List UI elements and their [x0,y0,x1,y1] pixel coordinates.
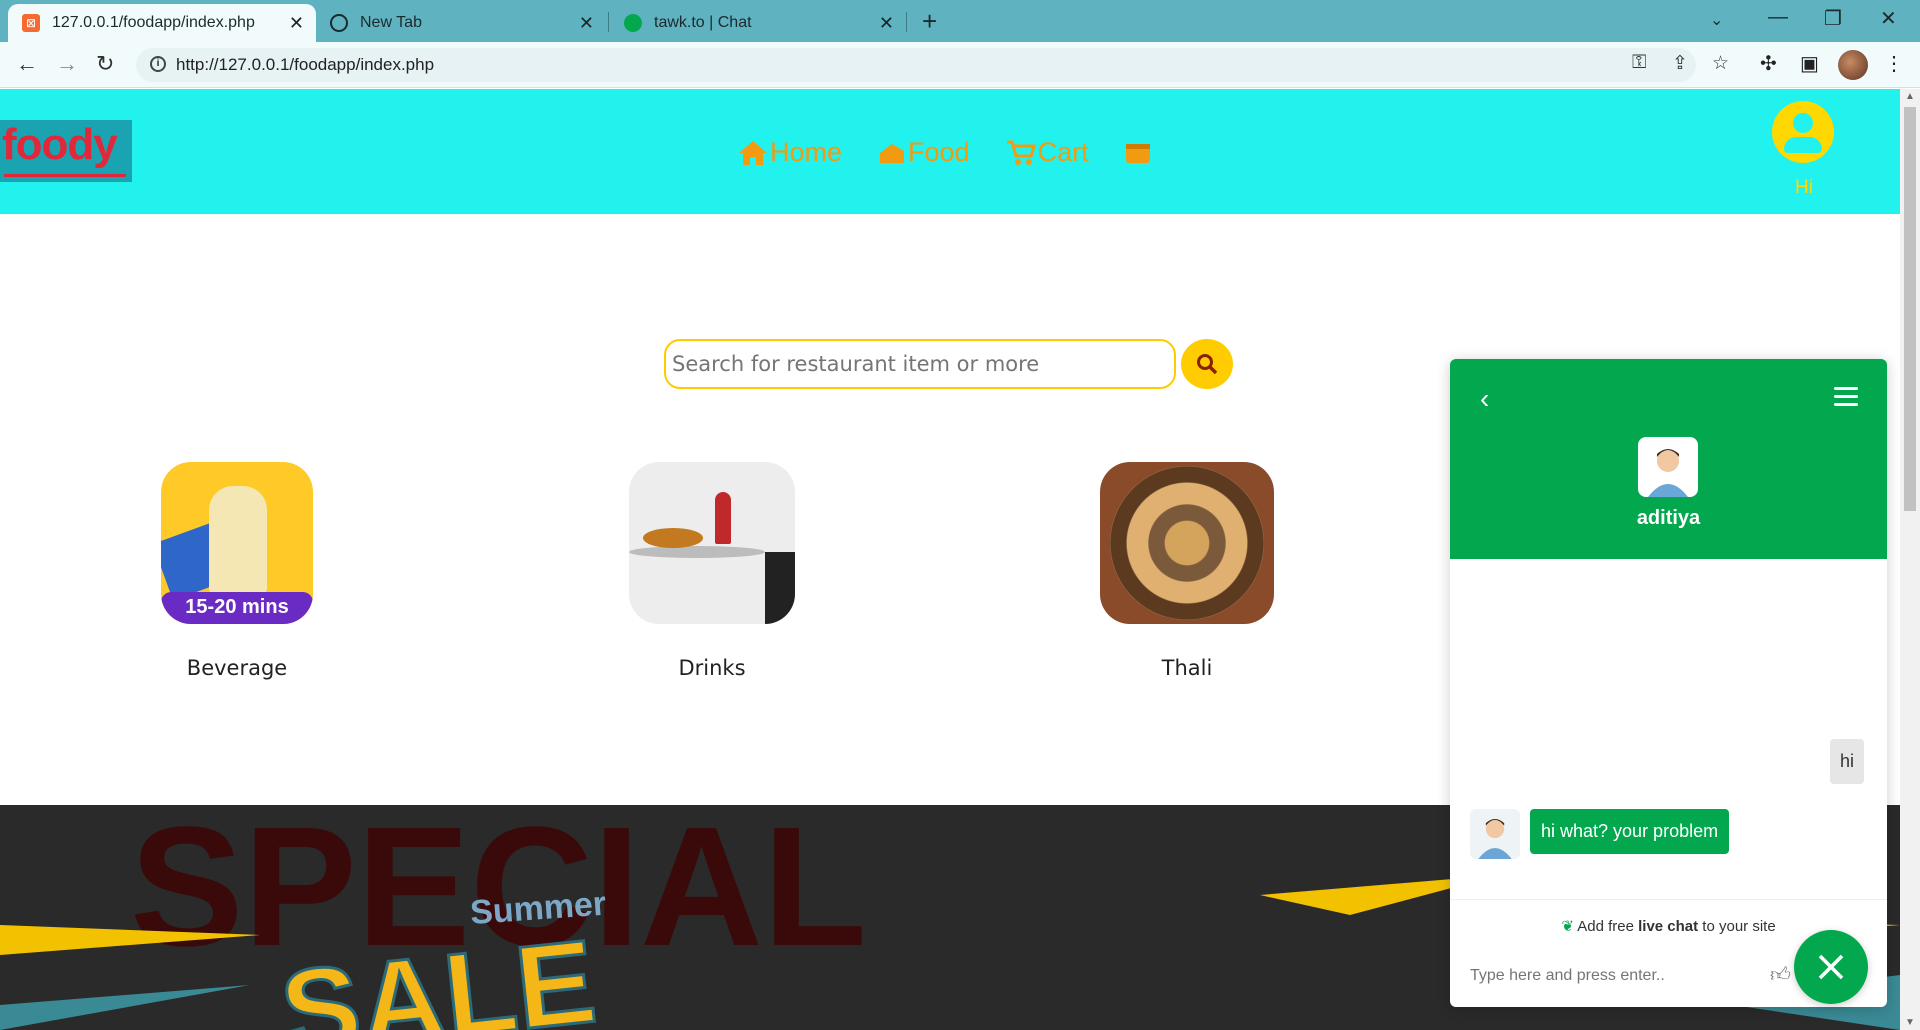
page-viewport: foody Home Food Cart Hi Search for resta… [0,89,1900,1030]
site-info-icon[interactable]: i [150,56,166,72]
agent-message: hi what? your problem [1530,809,1730,854]
close-tab-icon[interactable]: ✕ [289,13,304,34]
site-header: foody Home Food Cart Hi [0,89,1900,214]
category-label: Beverage [186,656,288,680]
tab-separator [906,12,907,32]
bookmark-star-icon[interactable]: ☆ [1712,52,1729,75]
nav-home-label: Home [770,137,843,167]
category-thali[interactable]: Thali [1100,462,1274,680]
tab-search-icon[interactable]: ⌄ [1710,10,1723,30]
beverage-image: 15-20 mins [161,462,313,624]
close-tab-icon[interactable]: ✕ [579,13,594,34]
tab-title: New Tab [360,14,422,31]
nav-cart-label: Cart [1037,137,1089,167]
agent-name: aditiya [1636,507,1701,529]
globe-icon [330,14,348,32]
thali-plate-shape [1110,466,1264,620]
tab-title: 127.0.0.1/foodapp/index.php [52,14,255,31]
tab-new-tab[interactable]: New Tab ✕ [316,4,606,42]
main-nav: Home Food Cart [738,137,1153,168]
logo-text: foody [2,120,118,169]
nav-home[interactable]: Home [738,137,842,168]
user-head-shape [1793,113,1813,133]
url-text: http://127.0.0.1/foodapp/index.php [176,55,435,74]
chat-back-icon[interactable]: ‹ [1480,383,1489,415]
site-logo[interactable]: foody [0,120,132,182]
agent-message-avatar [1470,809,1520,859]
powered-bold: live chat [1638,918,1699,935]
search-icon [1197,354,1218,375]
page-scrollbar[interactable]: ▲ ▼ [1900,89,1920,1030]
category-drinks[interactable]: Drinks [626,462,798,680]
visitor-message: hi [1830,739,1865,784]
user-body-shape [1784,137,1822,153]
chat-divider [1450,899,1887,900]
browser-toolbar: ← → ↻ i http://127.0.0.1/foodapp/index.p… [0,42,1920,88]
chat-message-input[interactable] [1470,967,1750,985]
scroll-down-arrow-icon[interactable]: ▼ [1905,1017,1915,1028]
tab-title: tawk.to | Chat [654,14,752,31]
wallet-icon [1125,143,1150,163]
agent-avatar [1638,437,1698,497]
serving-tray-shape [629,546,765,558]
extensions-puzzle-icon[interactable]: ✣ [1760,51,1777,76]
side-panel-icon[interactable]: ▣ [1800,51,1819,76]
user-account-icon[interactable] [1772,101,1834,163]
thali-image [1100,462,1274,624]
scrollbar-thumb[interactable] [1904,107,1916,511]
delivery-time-badge: 15-20 mins [161,592,313,624]
minimize-button[interactable]: — [1768,6,1788,29]
password-key-icon[interactable]: ⚿ [1632,52,1646,74]
agent-avatar-icon [1648,449,1688,497]
live-chat-widget: ‹ aditiya hi hi what? your problem ❦ Add… [1450,359,1887,1007]
browser-menu-icon[interactable]: ⋮ [1884,51,1904,76]
home-icon [739,140,767,165]
chat-close-button[interactable] [1794,930,1868,1004]
wine-glass-shape [715,492,731,544]
agent-avatar-icon [1478,819,1512,859]
address-bar[interactable]: i http://127.0.0.1/foodapp/index.php [136,48,1696,82]
share-icon[interactable]: ⇪ [1672,52,1688,75]
nav-food[interactable]: Food [878,137,970,168]
browser-tab-bar: ⊠ 127.0.0.1/foodapp/index.php ✕ New Tab … [0,0,1920,42]
chat-menu-icon[interactable] [1834,387,1858,411]
scroll-up-arrow-icon[interactable]: ▲ [1905,91,1915,102]
logo-underline [4,174,126,177]
profile-avatar[interactable] [1838,50,1868,80]
category-beverage[interactable]: 15-20 mins Beverage [151,462,323,680]
cart-icon [1006,140,1036,165]
chat-header: ‹ aditiya [1450,359,1887,559]
tab-foodapp[interactable]: ⊠ 127.0.0.1/foodapp/index.php ✕ [8,4,316,42]
close-window-button[interactable]: ✕ [1880,6,1897,31]
food-icon [880,143,905,163]
tawk-favicon-icon [624,14,642,32]
category-label: Drinks [678,656,746,680]
powered-suffix: to your site [1698,918,1776,935]
restore-button[interactable]: ❐ [1824,6,1842,31]
food-plate-shape [643,528,703,548]
tab-tawk-chat[interactable]: tawk.to | Chat ✕ [610,4,906,42]
nav-food-label: Food [908,137,970,167]
drinks-image [629,462,795,624]
close-tab-icon[interactable]: ✕ [879,13,894,34]
thumbs-up-icon[interactable]: 👍︎ [1770,963,1791,987]
tawk-bird-icon: ❦ [1561,918,1574,935]
waiter-sleeve-shape [765,552,795,624]
nav-wallet[interactable] [1125,137,1153,168]
user-greeting: Hi [1795,177,1813,198]
tab-separator [608,12,609,32]
shampoo-bottle-shape [209,486,267,596]
category-label: Thali [1161,656,1213,680]
search-input[interactable] [664,339,1176,389]
search-button[interactable] [1181,339,1233,389]
nav-cart[interactable]: Cart [1006,137,1089,168]
reload-icon[interactable]: ↻ [96,51,114,77]
forward-arrow-icon[interactable]: → [56,51,78,77]
back-arrow-icon[interactable]: ← [16,51,38,77]
new-tab-button[interactable]: + [922,6,937,37]
powered-prefix: Add free [1577,918,1639,935]
xampp-favicon-icon: ⊠ [22,14,40,32]
close-icon [1818,954,1844,980]
